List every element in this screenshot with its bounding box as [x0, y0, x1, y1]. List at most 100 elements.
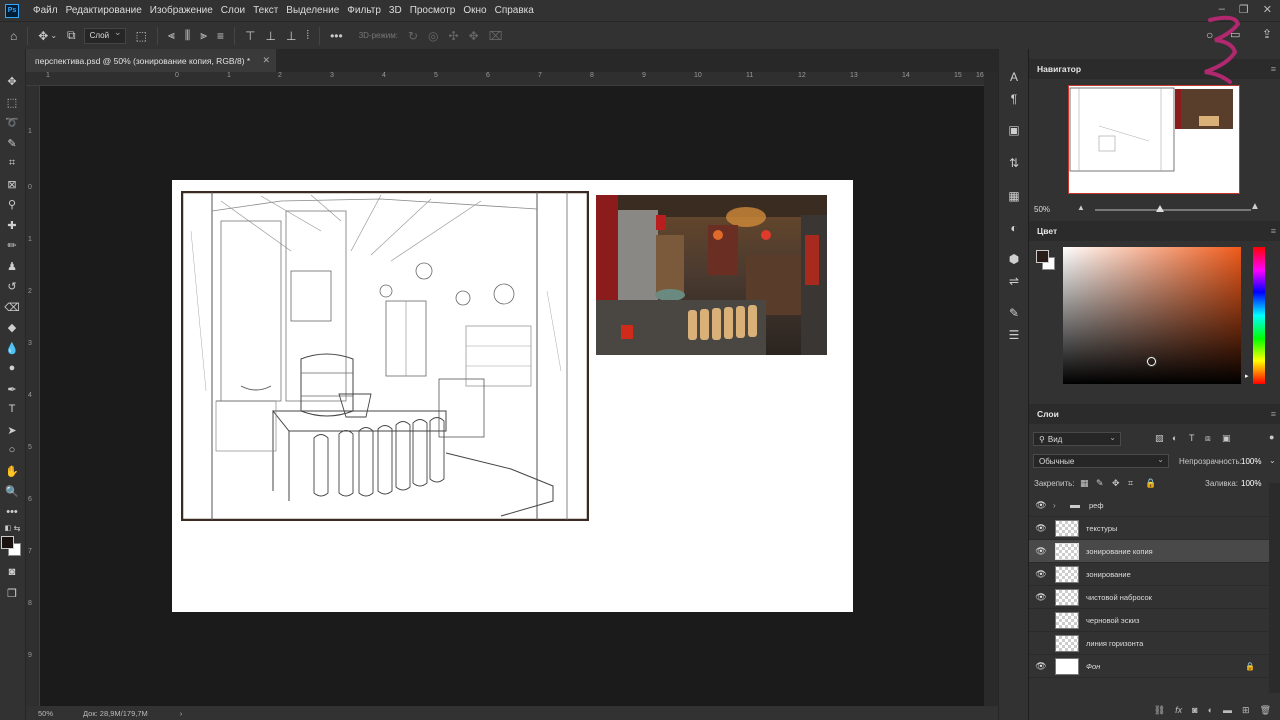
character-icon[interactable]: A: [1006, 69, 1022, 85]
clone-stamp-icon[interactable]: ♟: [4, 258, 20, 274]
navigator-zoom-slider[interactable]: [1095, 209, 1251, 211]
menu-window[interactable]: Окно: [459, 5, 490, 16]
navigator-zoom-value[interactable]: 50%: [1034, 205, 1050, 214]
menu-3d[interactable]: 3D: [385, 5, 406, 16]
menu-select[interactable]: Выделение: [282, 5, 343, 16]
brushes-icon[interactable]: ✎: [1006, 305, 1022, 321]
3d-icon[interactable]: ⬢: [1006, 251, 1022, 267]
menu-edit[interactable]: Редактирование: [62, 5, 146, 16]
new-layer-icon[interactable]: ⊞: [1242, 705, 1250, 716]
zoom-slider-handle[interactable]: [1156, 205, 1164, 212]
eraser-tool-icon[interactable]: ⌫: [4, 299, 20, 315]
lock-pixels-icon[interactable]: ✎: [1096, 478, 1104, 489]
align-right-icon[interactable]: ⫸: [200, 28, 207, 43]
delete-layer-icon[interactable]: 🗑: [1260, 705, 1271, 716]
color-title[interactable]: Цвет: [1037, 226, 1057, 236]
lock-all-icon[interactable]: 🔒: [1145, 478, 1156, 489]
layer-row-clean-sketch[interactable]: 👁 чистовой набросок: [1029, 586, 1269, 609]
home-icon[interactable]: ⌂: [10, 29, 17, 43]
align-middle-icon[interactable]: ⊥: [266, 29, 276, 43]
styles-icon[interactable]: ◐: [1006, 220, 1022, 236]
blur-tool-icon[interactable]: 💧: [4, 340, 20, 356]
align-left-icon[interactable]: ⫷: [168, 28, 175, 43]
share-icon[interactable]: ⇪: [1262, 27, 1272, 41]
zoom-level[interactable]: 50%: [38, 709, 53, 718]
menu-text[interactable]: Текст: [249, 5, 282, 16]
layer-row-rough-sketch[interactable]: 👁 черновой эскиз: [1029, 609, 1269, 632]
new-group-icon[interactable]: ▬: [1223, 705, 1232, 715]
healing-brush-icon[interactable]: ✚: [4, 217, 20, 233]
history-brush-icon[interactable]: ↺: [4, 278, 20, 294]
visibility-eye-icon[interactable]: 👁: [1029, 661, 1053, 672]
auto-select-icon[interactable]: ⧉: [67, 28, 76, 43]
foreground-color-swatch[interactable]: [1, 536, 14, 549]
layer-row-textures[interactable]: 👁 текстуры: [1029, 517, 1269, 540]
hue-slider[interactable]: [1253, 247, 1265, 384]
zoom-tool-icon[interactable]: 🔍: [4, 483, 20, 499]
hand-tool-icon[interactable]: ✋: [4, 463, 20, 479]
navigator-preview[interactable]: [1068, 85, 1240, 194]
visibility-eye-icon[interactable]: 👁: [1029, 592, 1053, 603]
filter-pixel-icon[interactable]: ▧: [1155, 433, 1164, 444]
menu-filter[interactable]: Фильтр: [343, 5, 385, 16]
layer-style-icon[interactable]: fx: [1175, 705, 1182, 715]
align-center-icon[interactable]: ⫼: [185, 28, 191, 43]
type-tool-icon[interactable]: T: [4, 401, 20, 417]
quick-select-tool-icon[interactable]: ✎: [4, 135, 20, 151]
menu-help[interactable]: Справка: [491, 5, 538, 16]
visibility-eye-icon[interactable]: 👁: [1029, 500, 1053, 511]
hue-slider-handle[interactable]: ▸: [1245, 372, 1249, 380]
lock-transparency-icon[interactable]: ▦: [1080, 478, 1089, 489]
filter-type-icon[interactable]: T: [1189, 433, 1195, 443]
chevron-right-icon[interactable]: ›: [180, 709, 183, 718]
eyedropper-tool-icon[interactable]: ⚲: [4, 196, 20, 212]
color-foreground-swatch[interactable]: [1036, 250, 1049, 263]
panel-menu-icon[interactable]: ≡: [1271, 409, 1276, 419]
panel-menu-icon[interactable]: ≡: [1271, 64, 1276, 74]
chevron-right-icon[interactable]: ›: [1053, 501, 1063, 510]
vertical-scrollbar[interactable]: [984, 72, 998, 706]
move-tool-icon[interactable]: ✥: [4, 73, 20, 89]
more-tools-icon[interactable]: •••: [4, 504, 20, 520]
lock-position-icon[interactable]: ✥: [1112, 478, 1120, 489]
align-bottom-icon[interactable]: ⊥: [286, 29, 296, 43]
libraries-icon[interactable]: ▣: [1006, 122, 1022, 138]
transform-controls-icon[interactable]: ⬚: [136, 29, 147, 43]
layer-filter-dropdown[interactable]: ⚲ Вид ⌄: [1033, 432, 1121, 446]
adjustments-icon[interactable]: ⇅: [1006, 155, 1022, 171]
filter-shape-icon[interactable]: ⧈: [1205, 433, 1211, 444]
screen-mode-icon[interactable]: ❐: [4, 585, 20, 601]
lasso-tool-icon[interactable]: ➰: [4, 114, 20, 130]
link-layers-icon[interactable]: ⛓: [1154, 705, 1165, 716]
blend-mode-dropdown[interactable]: Обычные ⌄: [1033, 454, 1169, 468]
marquee-tool-icon[interactable]: ⬚: [4, 94, 20, 110]
channels-icon[interactable]: ⇌: [1006, 273, 1022, 289]
brush-tool-icon[interactable]: ✏: [4, 237, 20, 253]
fill-input[interactable]: 100%: [1241, 479, 1261, 488]
quick-mask-icon[interactable]: ◙: [4, 564, 20, 580]
auto-select-target-dropdown[interactable]: Слой: [83, 27, 126, 44]
layers-scrollbar[interactable]: [1269, 483, 1280, 693]
swap-colors-icon[interactable]: ⇆: [9, 520, 25, 536]
more-options-icon[interactable]: •••: [330, 29, 343, 43]
visibility-eye-icon[interactable]: 👁: [1029, 546, 1053, 557]
paint-bucket-icon[interactable]: ◆: [4, 319, 20, 335]
zoom-out-icon[interactable]: ▲: [1077, 203, 1085, 212]
opacity-input[interactable]: 100%: [1241, 457, 1261, 466]
menu-file[interactable]: Файл: [29, 5, 62, 16]
chevron-down-icon[interactable]: ⌄: [1269, 456, 1276, 465]
filter-adjustment-icon[interactable]: ◐: [1172, 433, 1177, 443]
visibility-eye-icon[interactable]: 👁: [1029, 615, 1053, 626]
close-icon[interactable]: ✕: [262, 55, 270, 66]
add-mask-icon[interactable]: ◙: [1192, 705, 1197, 715]
lock-artboard-icon[interactable]: ⌗: [1128, 478, 1133, 489]
layer-row-ref[interactable]: 👁 › ▬ реф: [1029, 494, 1269, 517]
adjustment-layer-icon[interactable]: ◐: [1208, 705, 1213, 715]
pen-tool-icon[interactable]: ✒: [4, 381, 20, 397]
layers-title[interactable]: Слои: [1037, 409, 1059, 419]
align-top-icon[interactable]: ⊤: [245, 29, 255, 43]
close-icon[interactable]: ✕: [1263, 3, 1272, 16]
filter-toggle-icon[interactable]: ●: [1269, 432, 1274, 442]
move-tool-icon[interactable]: ✥: [38, 29, 48, 43]
visibility-eye-icon[interactable]: 👁: [1029, 638, 1053, 649]
